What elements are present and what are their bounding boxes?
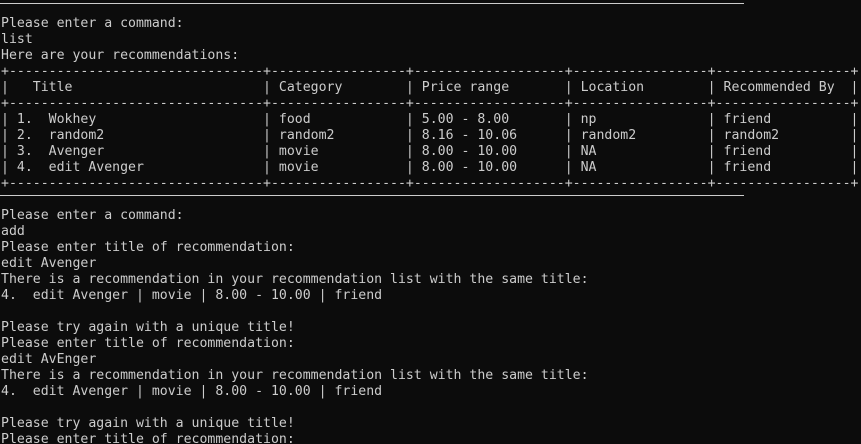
command-prompt: Please enter a command: [1,16,184,31]
duplicate-item: 4. edit Avenger | movie | 8.00 - 10.00 |… [1,384,383,399]
title-prompt: Please enter title of recommendation: [1,240,295,255]
user-input: edit AvEnger [1,352,97,367]
user-input: edit Avenger [1,256,97,271]
table-border: +--------------------------------+------… [1,96,859,111]
output-text: Here are your recommendations: [1,48,240,63]
table-row: | 1. Wokhey | food | 5.00 - 8.00 | np | … [1,112,859,127]
duplicate-message: There is a recommendation in your recomm… [1,368,589,383]
table-row: | 4. edit Avenger | movie | 8.00 - 10.00… [1,160,859,175]
user-input: add [1,224,25,239]
table-row: | 3. Avenger | movie | 8.00 - 10.00 | NA… [1,144,859,159]
title-prompt: Please enter title of recommendation: [1,432,295,444]
user-input: list [1,32,33,47]
duplicate-message: There is a recommendation in your recomm… [1,272,589,287]
table-header: | Title | Category | Price range | Locat… [1,80,859,95]
separator-line [0,192,861,208]
console-window[interactable]: Please enter a command: list Here are yo… [0,0,861,444]
title-prompt: Please enter title of recommendation: [1,336,295,351]
table-border: +--------------------------------+------… [1,64,859,79]
separator-line [0,0,861,16]
retry-message: Please try again with a unique title! [1,320,295,335]
table-row: | 2. random2 | random2 | 8.16 - 10.06 | … [1,128,859,143]
retry-message: Please try again with a unique title! [1,416,295,431]
table-border: +--------------------------------+------… [1,176,859,191]
duplicate-item: 4. edit Avenger | movie | 8.00 - 10.00 |… [1,288,383,303]
command-prompt: Please enter a command: [1,208,184,223]
